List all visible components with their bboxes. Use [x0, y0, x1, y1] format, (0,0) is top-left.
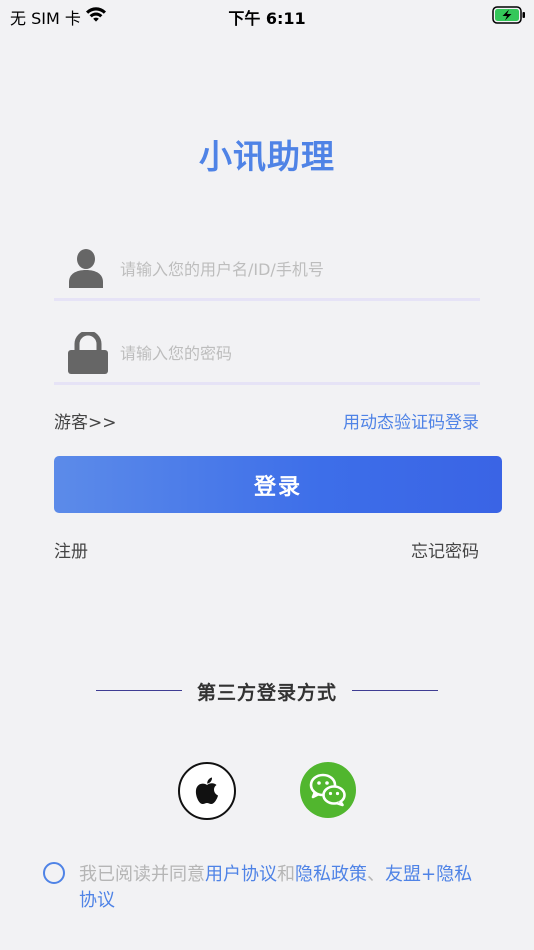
- app-title: 小讯助理: [199, 137, 335, 176]
- agreement-prefix: 我已阅读并同意: [79, 864, 205, 885]
- apple-login-button[interactable]: [178, 762, 236, 820]
- third-party-login-title: 第三方登录方式: [196, 682, 337, 704]
- username-field: [54, 238, 480, 301]
- login-button[interactable]: 登录: [54, 456, 502, 513]
- user-agreement-link[interactable]: 用户协议: [205, 864, 277, 885]
- divider-right: [352, 690, 438, 691]
- sms-code-login-link[interactable]: 用动态验证码登录: [343, 408, 479, 433]
- status-bar: 无 SIM 卡 下午 6:11: [0, 0, 534, 30]
- apple-icon: [195, 777, 218, 804]
- username-input[interactable]: [120, 252, 470, 286]
- clock: 下午 6:11: [228, 9, 306, 28]
- privacy-policy-link[interactable]: 隐私政策: [295, 864, 367, 885]
- password-field: [54, 322, 480, 385]
- guest-login-link[interactable]: 游客>>: [54, 408, 117, 433]
- user-icon: [68, 248, 104, 292]
- agreement-text: 我已阅读并同意用户协议和隐私政策、友盟+隐私协议: [79, 862, 489, 914]
- forgot-password-link[interactable]: 忘记密码: [411, 537, 479, 562]
- lock-icon: [68, 330, 108, 378]
- agreement-and: 和: [277, 864, 295, 885]
- password-input[interactable]: [120, 336, 470, 370]
- battery-charging-icon: [492, 6, 526, 28]
- agreement-checkbox[interactable]: [43, 862, 65, 884]
- wechat-login-button[interactable]: [300, 762, 356, 818]
- wechat-icon: [309, 773, 346, 807]
- agreement-separator: 、: [367, 864, 385, 885]
- register-link[interactable]: 注册: [54, 537, 88, 562]
